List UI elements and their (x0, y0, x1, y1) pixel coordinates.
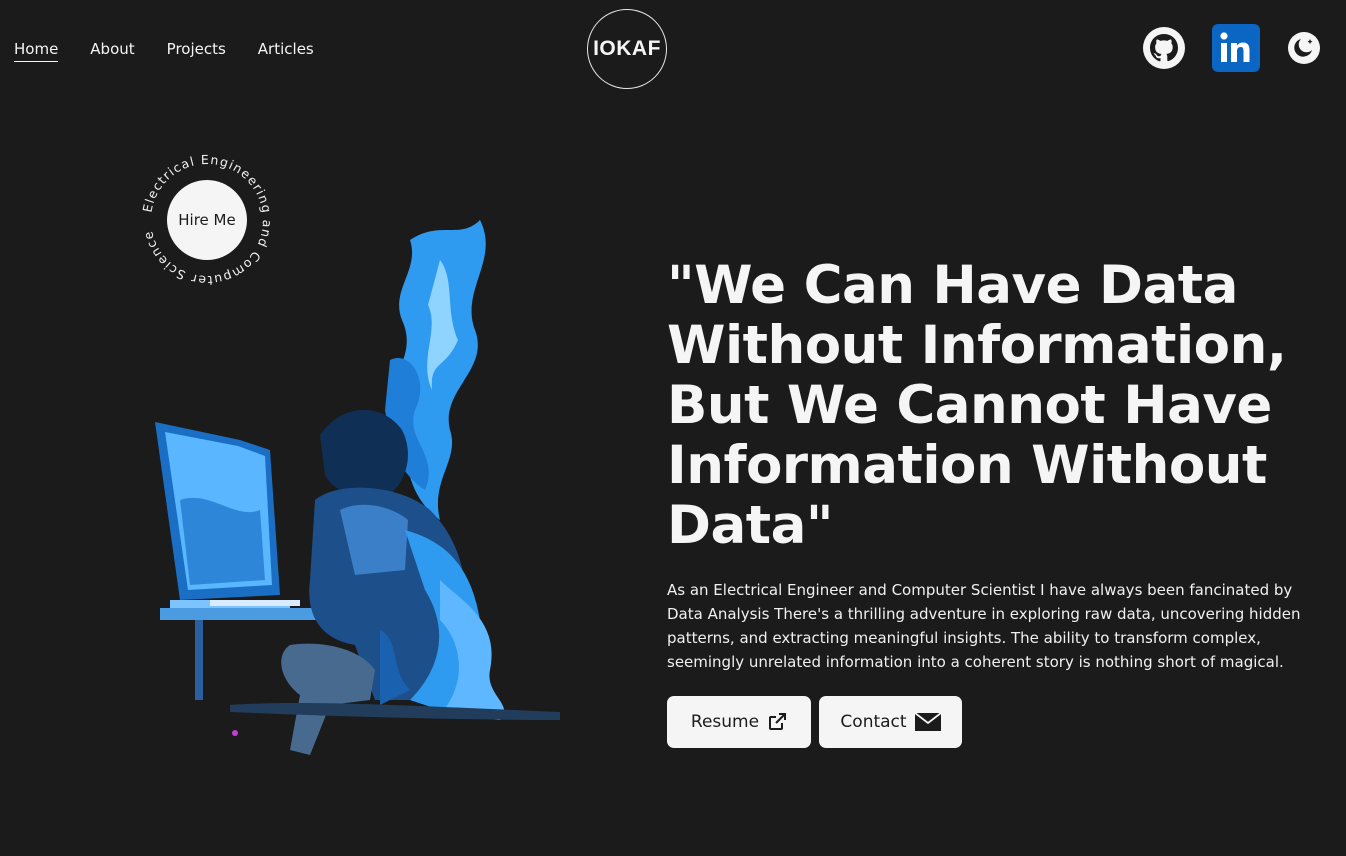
github-icon[interactable] (1142, 26, 1186, 70)
resume-label: Resume (690, 712, 760, 732)
nav-home[interactable]: Home (14, 40, 59, 62)
hero-headline: "We Can Have Data Without Information, B… (667, 255, 1287, 556)
resume-button[interactable]: Resume (667, 696, 811, 748)
nav-about[interactable]: About (90, 40, 134, 61)
contact-label: Contact (840, 712, 907, 732)
envelope-icon (914, 712, 941, 731)
nav-articles[interactable]: Articles (258, 40, 314, 61)
linkedin-icon[interactable] (1212, 24, 1260, 72)
social-links (1142, 24, 1322, 72)
hero-description: As an Electrical Engineer and Computer S… (667, 581, 1301, 671)
hire-me-badge[interactable]: Electrical Engineering and Computer Scie… (140, 152, 274, 288)
nav-projects[interactable]: Projects (167, 40, 226, 61)
moon-icon[interactable] (1286, 30, 1322, 66)
main-nav: Home About Projects Articles (14, 40, 314, 62)
contact-button[interactable]: Contact (819, 696, 962, 748)
hero-actions: Resume Contact (667, 696, 962, 748)
external-link-icon (769, 713, 787, 730)
hire-me-button[interactable]: Hire Me (167, 180, 247, 260)
site-logo[interactable]: IOKAF (587, 9, 667, 89)
